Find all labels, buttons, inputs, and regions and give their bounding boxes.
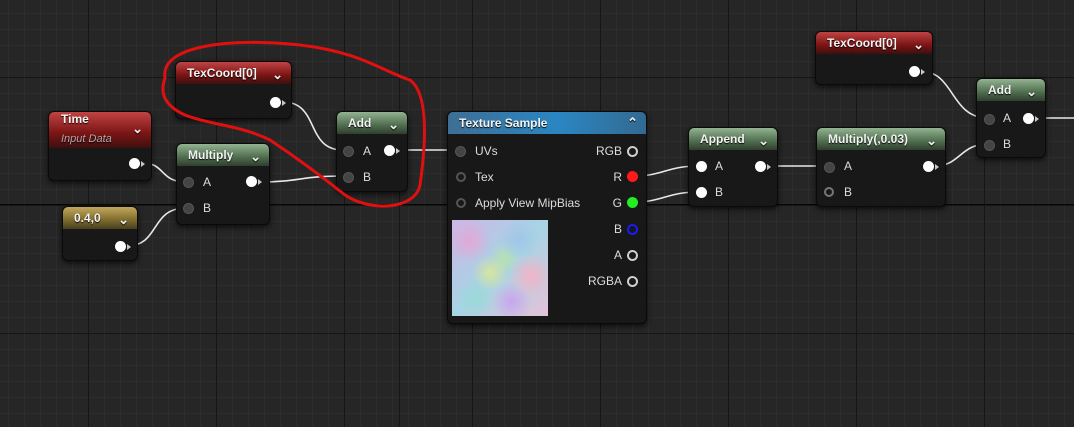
red-highlight-annotation xyxy=(161,41,426,208)
